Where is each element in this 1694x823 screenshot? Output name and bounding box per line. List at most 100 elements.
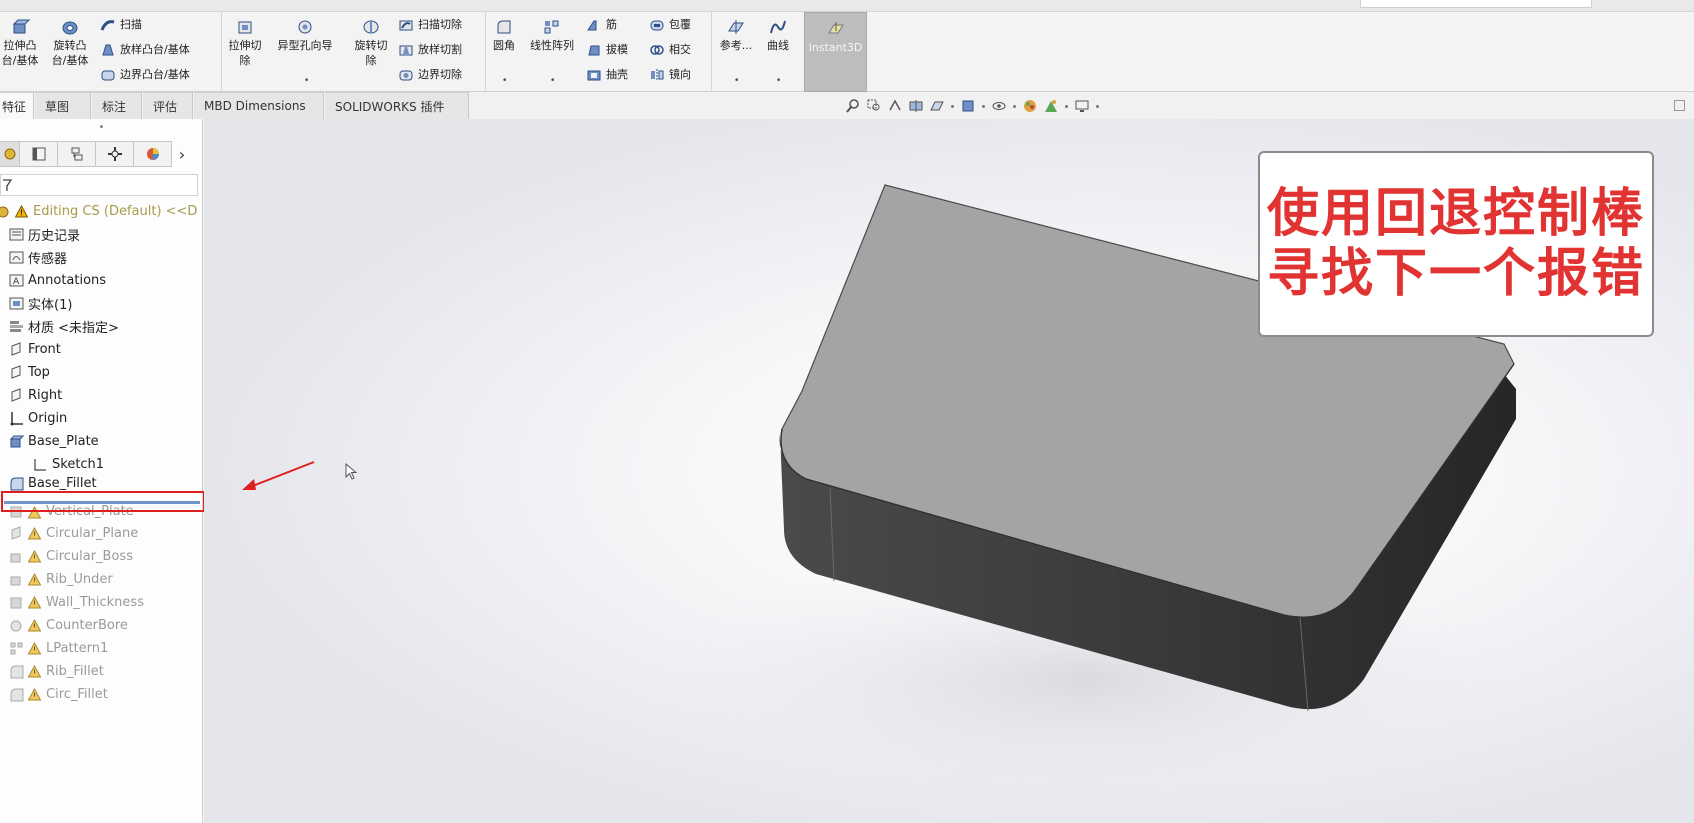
- suppressed-feature-icon: [10, 553, 21, 562]
- tree-item-counterbore[interactable]: CounterBore: [9, 614, 212, 636]
- tree-item-label: Top: [28, 364, 50, 380]
- tab-sketch[interactable]: 草图: [35, 92, 91, 119]
- tree-filter-input[interactable]: [0, 174, 198, 196]
- display-style-dropdown-icon[interactable]: [981, 104, 986, 109]
- tab-solidworks-addins[interactable]: SOLIDWORKS 插件: [325, 92, 469, 119]
- linear-pattern-button[interactable]: 线性阵列: [524, 18, 580, 53]
- tree-item-circular-plane[interactable]: Circular_Plane: [9, 522, 212, 544]
- tree-item-right-plane[interactable]: Right: [9, 384, 212, 406]
- tab-mbd-dimensions[interactable]: MBD Dimensions: [194, 92, 324, 119]
- hide-show-items-icon[interactable]: [991, 98, 1007, 114]
- previous-view-icon[interactable]: [887, 98, 903, 114]
- wrap-button[interactable]: 包覆: [649, 18, 691, 32]
- tree-item-annotations[interactable]: A Annotations: [9, 269, 212, 291]
- boundary-boss-button[interactable]: 边界凸台/基体: [100, 68, 190, 82]
- instant3d-button[interactable]: Instant3D: [804, 12, 867, 92]
- warning-icon: [15, 204, 28, 217]
- tab-markup-label: 标注: [102, 99, 127, 114]
- hole-wizard-dropdown[interactable]: •: [304, 76, 309, 86]
- extrude-boss-button[interactable]: 拉伸凸 台/基体: [0, 18, 40, 68]
- apply-scene-icon[interactable]: [1043, 98, 1059, 114]
- intersect-label: 相交: [669, 43, 691, 56]
- mirror-button[interactable]: 镜向: [649, 68, 691, 82]
- tree-item-origin[interactable]: Origin: [9, 407, 212, 429]
- tab-markup[interactable]: 标注: [92, 92, 142, 119]
- plane-icon: [11, 341, 21, 356]
- tree-item-solid-bodies[interactable]: 实体(1): [9, 292, 212, 314]
- curves-button[interactable]: 曲线: [760, 18, 796, 53]
- rib-button[interactable]: 筋: [586, 18, 617, 32]
- revolve-cut-button[interactable]: 旋转切 除: [350, 18, 392, 68]
- configurationmanager-tab[interactable]: [58, 141, 96, 167]
- shell-icon: [587, 70, 601, 81]
- displaymanager-tab[interactable]: [134, 141, 172, 167]
- scene-dropdown-icon[interactable]: [1064, 104, 1069, 109]
- tree-item-history[interactable]: 历史记录: [9, 223, 212, 245]
- tree-item-rib-fillet[interactable]: Rib_Fillet: [9, 660, 212, 682]
- tree-item-top-plane[interactable]: Top: [9, 361, 212, 383]
- tree-item-circular-boss[interactable]: Circular_Boss: [9, 545, 212, 567]
- mirror-icon: [651, 69, 664, 81]
- fillet-dropdown[interactable]: •: [502, 76, 507, 86]
- linear-pattern-icon: [544, 20, 559, 34]
- reference-geometry-button[interactable]: 参考...: [716, 18, 756, 53]
- graphics-area[interactable]: 使用回退控制棒 寻找下一个报错: [204, 119, 1694, 823]
- boundary-cut-button[interactable]: 边界切除: [398, 68, 462, 82]
- zoom-to-area-icon[interactable]: [866, 98, 882, 114]
- extrude-cut-button[interactable]: 拉伸切 除: [224, 18, 266, 68]
- view-settings-dropdown-icon[interactable]: [1095, 104, 1100, 109]
- propertymanager-tab[interactable]: [20, 141, 58, 167]
- warning-icon: [28, 687, 41, 700]
- featuremanager-tab[interactable]: [0, 141, 20, 167]
- tree-root-part[interactable]: Editing CS (Default) <<D: [0, 200, 199, 222]
- sensors-icon: [9, 251, 24, 263]
- zoom-to-fit-icon[interactable]: [845, 98, 861, 114]
- plane-icon: [11, 364, 21, 379]
- search-box[interactable]: [1360, 0, 1592, 8]
- more-tabs-chevron-icon[interactable]: ›: [172, 141, 192, 167]
- edit-appearance-icon[interactable]: [1022, 98, 1038, 114]
- panel-grip[interactable]: •: [0, 119, 203, 139]
- tab-evaluate[interactable]: 评估: [143, 92, 193, 119]
- view-orientation-dropdown-icon[interactable]: [950, 104, 955, 109]
- tree-item-front-plane[interactable]: Front: [9, 338, 212, 360]
- curves-dropdown[interactable]: •: [776, 76, 781, 86]
- fillet-button[interactable]: 圆角: [486, 18, 522, 53]
- tree-item-base-plate[interactable]: Base_Plate: [9, 430, 212, 452]
- loft-boss-button[interactable]: 放样凸台/基体: [100, 43, 190, 57]
- tree-item-rib-under[interactable]: Rib_Under: [9, 568, 212, 590]
- intersect-button[interactable]: 相交: [649, 43, 691, 57]
- revolve-boss-button[interactable]: 旋转凸 台/基体: [48, 18, 92, 68]
- reference-geometry-label: 参考...: [719, 39, 753, 52]
- tree-item-label: Sketch1: [52, 456, 105, 472]
- revolve-boss-label-2: 台/基体: [51, 54, 89, 67]
- draft-button[interactable]: 拔模: [586, 43, 628, 57]
- hide-show-dropdown-icon[interactable]: [1012, 104, 1017, 109]
- tab-mbd-label: MBD Dimensions: [204, 99, 306, 113]
- dimxpertmanager-tab[interactable]: [96, 141, 134, 167]
- lofted-cut-button[interactable]: 放样切割: [398, 43, 462, 57]
- section-view-icon[interactable]: [908, 98, 924, 114]
- tree-item-label: Circular_Plane: [46, 525, 139, 541]
- pattern-dropdown[interactable]: •: [550, 76, 555, 86]
- view-settings-icon[interactable]: [1074, 98, 1090, 114]
- tree-item-material[interactable]: 材质 <未指定>: [9, 315, 212, 337]
- fillet-feature-icon: [10, 477, 24, 491]
- tree-item-sensors[interactable]: 传感器: [9, 246, 212, 268]
- tab-features[interactable]: 特征: [0, 92, 34, 119]
- display-style-icon[interactable]: [960, 98, 976, 114]
- tree-item-lpattern1[interactable]: LPattern1: [9, 637, 212, 659]
- extrude-boss-label-2: 台/基体: [1, 54, 39, 67]
- tree-item-label: 传感器: [28, 251, 68, 267]
- tree-item-wall-thickness[interactable]: Wall_Thickness: [9, 591, 212, 613]
- hole-wizard-button[interactable]: 异型孔向导: [270, 18, 340, 53]
- view-orientation-icon[interactable]: [929, 98, 945, 114]
- tree-item-circ-fillet[interactable]: Circ_Fillet: [9, 683, 212, 705]
- viewport-restore-button[interactable]: [1674, 100, 1685, 111]
- suppressed-feature-icon: [10, 576, 21, 585]
- reference-dropdown[interactable]: •: [734, 76, 739, 86]
- swept-cut-button[interactable]: 扫描切除: [398, 18, 462, 32]
- shell-button[interactable]: 抽壳: [586, 68, 628, 82]
- sketch-icon: [34, 458, 46, 471]
- sweep-button[interactable]: 扫描: [100, 18, 142, 32]
